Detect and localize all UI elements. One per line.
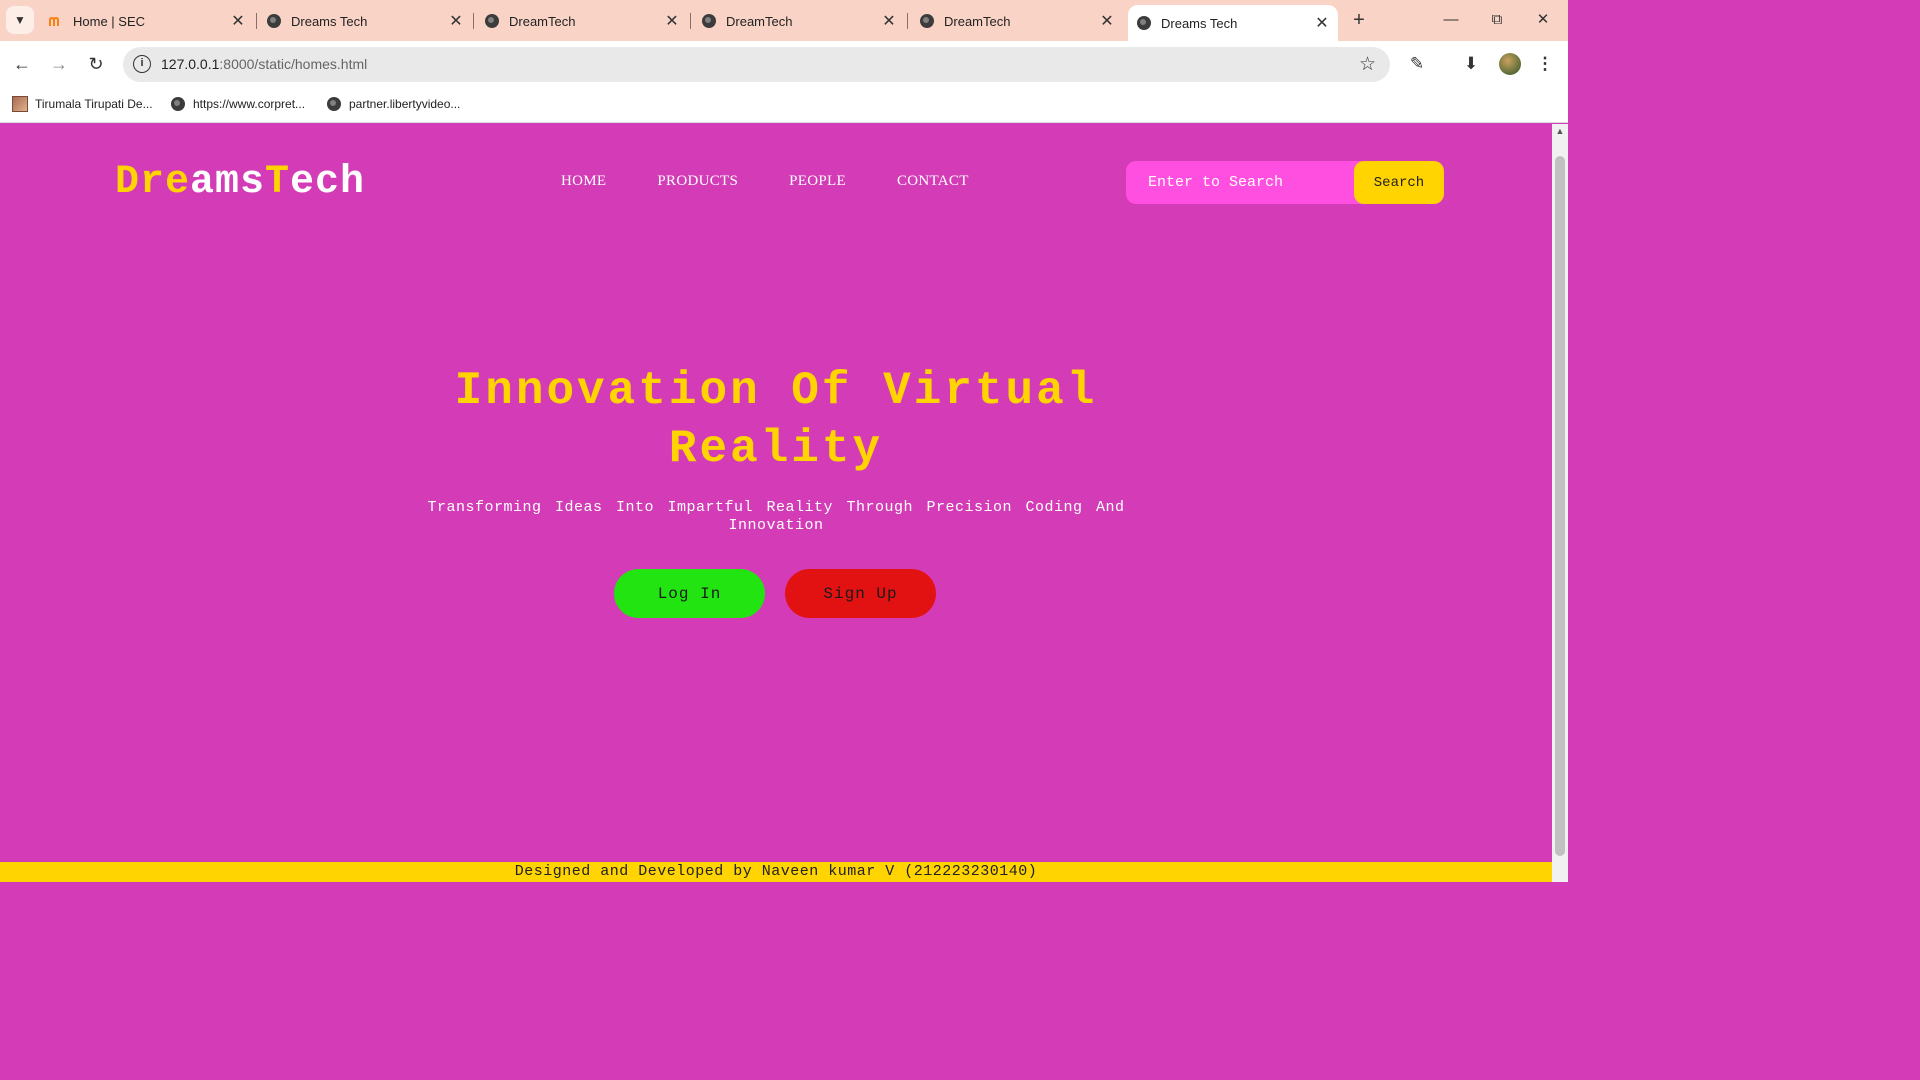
avatar[interactable] [1499,53,1521,75]
hero-subtitle: Transforming Ideas Into Impartful Realit… [427,499,1125,534]
tab-title: DreamTech [726,13,793,29]
bookmark-item[interactable]: Tirumala Tirupati De... [12,96,153,112]
tab-title: DreamTech [944,13,1011,29]
globe-icon [326,96,342,112]
tab-divider [907,13,908,29]
chevron-down-icon: ▼ [14,13,26,27]
arrow-left-icon: ← [13,54,31,74]
page-footer: Designed and Developed by Naveen kumar V… [0,862,1552,882]
restore-icon: ⧉ [1491,11,1503,28]
site-logo[interactable]: DreamsTech [115,160,365,205]
tab-title: Home | SEC [73,13,146,29]
browser-toolbar: ← → ↻ i 127.0.0.1:8000/static/homes.html… [0,41,1568,88]
nav-people[interactable]: PEOPLE [789,173,846,190]
bookmark-star-icon[interactable]: ☆ [1359,53,1376,76]
scrollbar-thumb[interactable] [1555,156,1565,856]
tab-6-active[interactable]: Dreams Tech ✕ [1128,5,1338,41]
globe-icon [919,13,935,29]
bookmarks-bar: Tirumala Tirupati De... https://www.corp… [0,88,1568,123]
new-tab-button[interactable]: + [1348,8,1370,32]
temple-icon [12,96,28,112]
search-button[interactable]: Search [1354,161,1444,204]
close-window-button[interactable]: ✕ [1520,8,1566,32]
close-icon[interactable]: ✕ [879,11,899,31]
bookmark-label: Tirumala Tirupati De... [35,97,153,111]
close-icon[interactable]: ✕ [662,11,682,31]
download-icon[interactable]: ⬇ [1459,52,1483,76]
bookmark-item[interactable]: https://www.corpret... [170,96,305,112]
globe-icon [701,13,717,29]
reload-icon: ↻ [88,54,104,74]
close-icon[interactable]: ✕ [446,11,466,31]
tab-divider [473,13,474,29]
extensions-icon[interactable]: ✎ [1405,52,1429,76]
url-text[interactable]: 127.0.0.1:8000/static/homes.html [161,56,367,72]
nav-products[interactable]: PRODUCTS [657,173,738,190]
close-icon[interactable]: ✕ [1312,13,1332,33]
nav-home[interactable]: HOME [561,173,606,190]
address-bar[interactable]: i 127.0.0.1:8000/static/homes.html ☆ [123,47,1390,82]
plus-icon: + [1353,9,1365,31]
minimize-button[interactable]: — [1428,8,1474,32]
tab-strip: ▼ Home | SEC ✕ Dreams Tech ✕ DreamTech ✕… [0,0,1568,41]
tab-title: DreamTech [509,13,576,29]
globe-icon [266,13,282,29]
close-icon[interactable]: ✕ [1097,11,1117,31]
page-scrollbar[interactable]: ▲ [1552,124,1568,882]
restore-button[interactable]: ⧉ [1474,8,1520,32]
close-icon[interactable]: ✕ [228,11,248,31]
tab-divider [256,13,257,29]
arrow-right-icon: → [50,54,68,74]
forward-button[interactable]: → [46,51,72,77]
main-nav: HOME PRODUCTS PEOPLE CONTACT [561,173,1020,190]
minimize-icon: — [1443,11,1459,28]
tab-5[interactable]: DreamTech ✕ [919,6,1117,36]
moodle-icon [48,13,64,29]
reload-button[interactable]: ↻ [83,51,109,77]
tab-4[interactable]: DreamTech ✕ [701,6,899,36]
bookmark-item[interactable]: partner.libertyvideo... [326,96,460,112]
tab-search-button[interactable]: ▼ [6,6,34,34]
globe-icon [484,13,500,29]
tab-3[interactable]: DreamTech ✕ [484,6,682,36]
tab-2[interactable]: Dreams Tech ✕ [266,6,466,36]
tab-title: Dreams Tech [1161,15,1238,31]
nav-contact[interactable]: CONTACT [897,173,969,190]
tab-title: Dreams Tech [291,13,368,29]
menu-kebab-icon[interactable]: ⋮ [1533,52,1557,76]
hero-title: Innovation Of Virtual Reality [454,365,1098,475]
login-button[interactable]: Log In [614,569,765,618]
page-viewport: DreamsTech HOME PRODUCTS PEOPLE CONTACT … [0,124,1552,882]
search-form: Search [1126,161,1444,204]
search-input[interactable] [1126,161,1354,204]
back-button[interactable]: ← [9,51,35,77]
globe-icon [1136,15,1152,31]
signup-button[interactable]: Sign Up [785,569,936,618]
close-icon: ✕ [1536,11,1550,28]
bookmark-label: https://www.corpret... [193,97,306,111]
tab-1[interactable]: Home | SEC ✕ [48,6,248,36]
tab-divider [690,13,691,29]
scroll-up-icon[interactable]: ▲ [1555,126,1565,136]
bookmark-label: partner.libertyvideo... [349,97,461,111]
globe-icon [170,96,186,112]
info-icon[interactable]: i [133,55,151,73]
